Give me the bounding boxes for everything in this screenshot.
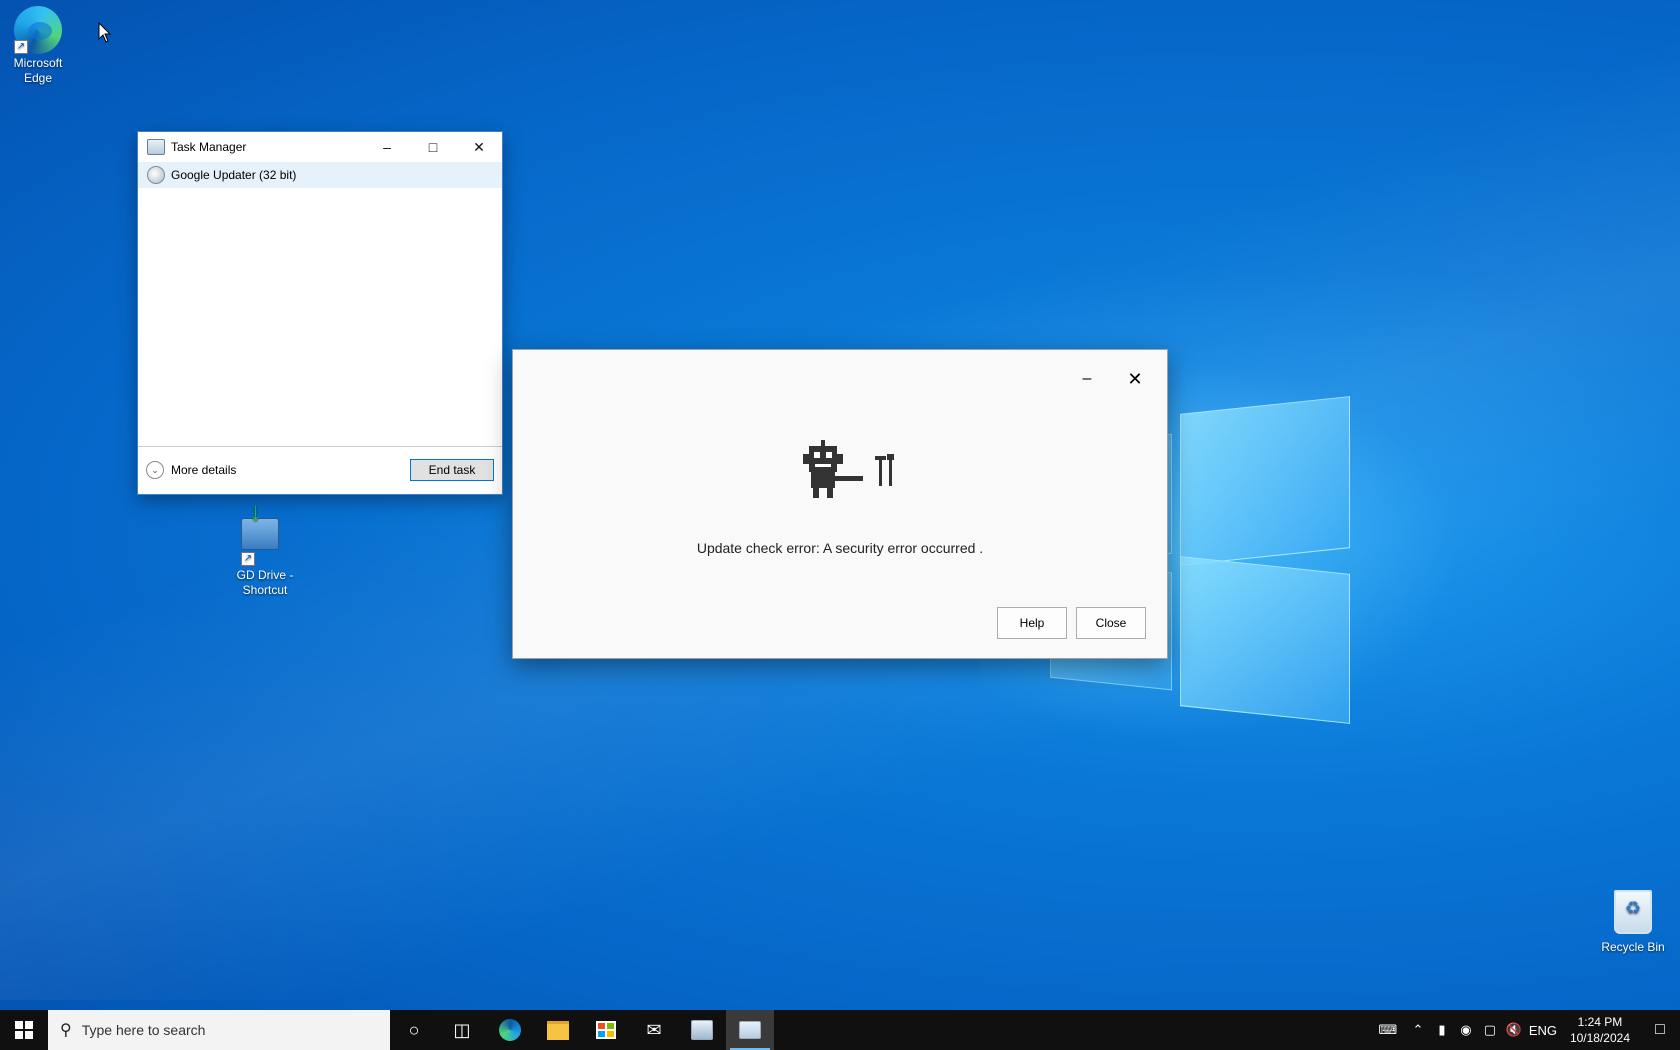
desktop-icon-label: GD Drive - Shortcut — [236, 568, 294, 597]
close-button[interactable]: ✕ — [456, 132, 502, 162]
recycle-bin-icon — [1609, 890, 1657, 938]
robot-repair-icon — [803, 440, 894, 498]
updater-icon[interactable] — [678, 1010, 726, 1050]
process-list — [138, 188, 502, 446]
clock-date: 10/18/2024 — [1569, 1031, 1630, 1045]
cortana-icon[interactable]: ○ — [390, 1010, 438, 1050]
windows-logo-pane — [1180, 556, 1350, 724]
minimize-button[interactable]: – — [364, 132, 410, 162]
maximize-button[interactable]: □ — [410, 132, 456, 162]
process-row[interactable]: Google Updater (32 bit) — [138, 162, 502, 188]
chevron-up-icon[interactable]: ⌃ — [1406, 1022, 1430, 1038]
mail-icon[interactable]: ✉ — [630, 1010, 678, 1050]
process-name: Google Updater (32 bit) — [171, 168, 297, 182]
notification-icon[interactable]: □ — [1640, 1021, 1680, 1039]
end-task-button[interactable]: End task — [410, 459, 494, 481]
task-manager-footer: ⌄ More details End task — [138, 446, 502, 493]
shortcut-arrow-icon: ↗ — [14, 40, 28, 54]
more-details-label: More details — [171, 463, 237, 477]
camera-icon[interactable]: ◉ — [1454, 1022, 1478, 1038]
task-manager-window: Task Manager – □ ✕ Google Updater (32 bi… — [137, 131, 503, 495]
window-title: Task Manager — [171, 140, 247, 154]
start-button[interactable] — [0, 1010, 48, 1050]
more-details-toggle[interactable]: ⌄ More details — [146, 461, 410, 479]
updater-error-dialog: – ✕ Update check error: A security error… — [512, 349, 1168, 659]
system-tray: ⌨ ⌃ ▮ ◉ ▢ 🔇 ENG 1:24 PM 10/18/2024 □ — [1370, 1010, 1680, 1050]
keyboard-icon[interactable]: ⌨ — [1370, 1022, 1406, 1038]
network-icon[interactable]: ▢ — [1478, 1022, 1502, 1038]
drive-shortcut-icon: ↗ — [241, 518, 289, 566]
task-manager-icon[interactable] — [726, 1010, 774, 1050]
minimize-button[interactable]: – — [1067, 364, 1107, 394]
windows-logo-pane — [1180, 396, 1350, 566]
clock[interactable]: 1:24 PM 10/18/2024 — [1570, 1014, 1630, 1046]
chevron-down-icon: ⌄ — [146, 461, 164, 479]
desktop-icon-recycle-bin[interactable]: Recycle Bin — [1595, 890, 1671, 955]
desktop-icon-label: Recycle Bin — [1601, 940, 1665, 954]
edge-icon: ↗ — [14, 6, 62, 54]
close-dialog-button[interactable]: Close — [1076, 607, 1146, 639]
volume-muted-icon[interactable]: 🔇 — [1502, 1022, 1526, 1038]
file-explorer-icon[interactable] — [534, 1010, 582, 1050]
desktop-icon-edge[interactable]: ↗ Microsoft Edge — [0, 6, 76, 86]
search-placeholder: Type here to search — [81, 1022, 206, 1038]
search-icon: ⚲ — [60, 1022, 72, 1039]
task-manager-titlebar[interactable]: Task Manager – □ ✕ — [138, 132, 502, 162]
taskbar: ⚲ Type here to search ○ ◫ ✉ ⌨ ⌃ ▮ ◉ ▢ 🔇 … — [0, 1010, 1680, 1050]
windows-logo-icon — [15, 1021, 33, 1039]
help-button[interactable]: Help — [997, 607, 1067, 639]
desktop-icon-gd-drive[interactable]: ↗ GD Drive - Shortcut — [227, 504, 303, 598]
edge-icon[interactable] — [486, 1010, 534, 1050]
search-box[interactable]: ⚲ Type here to search — [48, 1010, 390, 1050]
task-manager-icon — [147, 139, 165, 155]
store-icon[interactable] — [582, 1010, 630, 1050]
battery-icon[interactable]: ▮ — [1430, 1022, 1454, 1038]
mouse-cursor-icon — [98, 21, 112, 49]
shortcut-arrow-icon: ↗ — [241, 552, 255, 566]
desktop-icon-label: Microsoft Edge — [13, 56, 63, 85]
close-button[interactable]: ✕ — [1115, 364, 1155, 394]
updater-icon — [147, 166, 165, 184]
error-message: Update check error: A security error occ… — [696, 540, 984, 556]
clock-time: 1:24 PM — [1577, 1015, 1623, 1029]
language-indicator[interactable]: ENG — [1526, 1023, 1560, 1038]
task-view-icon[interactable]: ◫ — [438, 1010, 486, 1050]
